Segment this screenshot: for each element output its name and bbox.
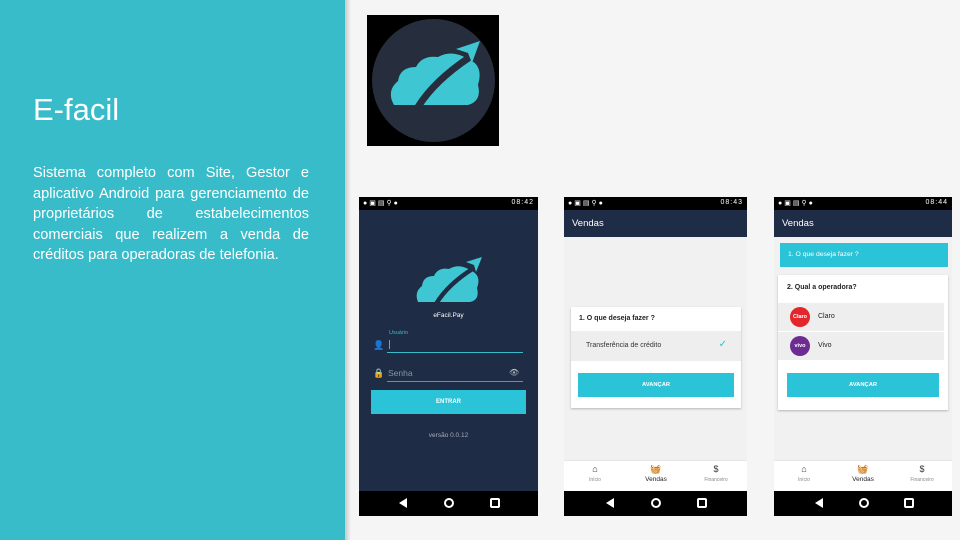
username-label: Usuário: [389, 330, 408, 336]
dollar-icon: $: [919, 464, 925, 474]
option-label: Transferência de crédito: [586, 342, 662, 349]
app-logo: [367, 15, 499, 146]
status-time: 08:42: [511, 199, 534, 206]
home-icon[interactable]: [859, 498, 869, 508]
nav-financeiro[interactable]: $ Financeiro: [686, 464, 746, 483]
android-navbar: [359, 491, 538, 516]
username-field[interactable]: [387, 352, 523, 353]
next-button[interactable]: AVANÇAR: [578, 373, 734, 397]
status-bar: ●▣▤⚲● 08:43: [564, 197, 747, 210]
back-icon[interactable]: [606, 498, 614, 508]
app-bar-title: Vendas: [774, 210, 952, 237]
dollar-icon: $: [713, 464, 719, 474]
nav-label: Início: [798, 477, 810, 483]
app-bar-title: Vendas: [564, 210, 747, 237]
nav-label: Financeiro: [910, 477, 934, 483]
nav-label: Vendas: [852, 476, 874, 483]
operator-vivo[interactable]: vivo Vivo: [778, 332, 944, 360]
recent-apps-icon[interactable]: [697, 498, 707, 508]
question-title: 1. O que deseja fazer ?: [579, 315, 655, 322]
panel-shadow: [345, 0, 351, 540]
android-navbar: [774, 491, 952, 516]
version-label: versão 0.0.12: [428, 432, 469, 439]
bottom-nav: ⌂ Início 🧺 Vendas $ Financeiro: [564, 460, 747, 491]
nav-inicio[interactable]: ⌂ Início: [565, 464, 625, 483]
logo-circle: [372, 19, 495, 142]
nav-inicio[interactable]: ⌂ Início: [774, 464, 834, 483]
back-icon[interactable]: [399, 498, 407, 508]
password-underline: [387, 381, 523, 382]
nav-label: Financeiro: [704, 477, 728, 483]
back-icon[interactable]: [815, 498, 823, 508]
login-background: eFacil.Pay Usuário 👤 🔒 Senha 👁 ENTRAR ve…: [359, 210, 538, 491]
phone-vendas-step1: ●▣▤⚲● 08:43 Vendas 1. O que deseja fazer…: [564, 197, 747, 516]
recent-apps-icon[interactable]: [490, 498, 500, 508]
slide-title: E-facil: [33, 92, 120, 127]
status-bar: ●▣▤⚲● 08:42: [359, 197, 538, 210]
basket-icon: 🧺: [650, 464, 662, 474]
check-icon: ✓: [718, 339, 727, 350]
nav-financeiro[interactable]: $ Financeiro: [892, 464, 952, 483]
status-icons-left: ●▣▤⚲●: [363, 200, 400, 207]
password-field[interactable]: Senha: [388, 368, 413, 378]
nav-vendas[interactable]: 🧺 Vendas: [833, 464, 893, 483]
operator-label: Vivo: [818, 342, 832, 349]
phone-vendas-step2: ●▣▤⚲● 08:44 Vendas 1. O que deseja fazer…: [774, 197, 952, 516]
user-icon: 👤: [373, 340, 385, 350]
nav-label: Início: [589, 477, 601, 483]
basket-icon: 🧺: [857, 464, 869, 474]
home-icon[interactable]: [444, 498, 454, 508]
recent-apps-icon[interactable]: [904, 498, 914, 508]
question1-collapsed[interactable]: 1. O que deseja fazer ?: [780, 243, 948, 267]
vivo-logo: vivo: [790, 336, 810, 356]
text-cursor: [389, 340, 390, 349]
status-time: 08:44: [925, 199, 948, 206]
claro-logo: Claro: [790, 307, 810, 327]
lock-icon: 🔒: [373, 368, 385, 378]
option-transfer[interactable]: Transferência de crédito ✓: [571, 331, 741, 361]
bottom-nav: ⌂ Início 🧺 Vendas $ Financeiro: [774, 460, 952, 491]
status-icons-left: ●▣▤⚲●: [778, 200, 815, 207]
brand-label: eFacil.Pay: [433, 312, 464, 319]
nav-label: Vendas: [645, 476, 667, 483]
phone-login-screen: ●▣▤⚲● 08:42 eFacil.Pay Usuário 👤 🔒 Senha…: [359, 197, 538, 516]
status-bar: ●▣▤⚲● 08:44: [774, 197, 952, 210]
home-icon: ⌂: [592, 464, 598, 474]
info-panel: E-facil Sistema completo com Site, Gesto…: [0, 0, 345, 540]
nav-vendas[interactable]: 🧺 Vendas: [626, 464, 686, 483]
slide-description: Sistema completo com Site, Gestor e apli…: [33, 165, 309, 264]
question-card: 1. O que deseja fazer ? Transferência de…: [571, 307, 741, 408]
android-navbar: [564, 491, 747, 516]
home-icon[interactable]: [651, 498, 661, 508]
operator-label: Claro: [818, 313, 835, 320]
status-icons-left: ●▣▤⚲●: [568, 200, 605, 207]
cloud-plane-icon: [416, 257, 482, 306]
visibility-off-icon[interactable]: 👁: [509, 368, 519, 377]
cloud-plane-icon: [390, 41, 480, 109]
home-icon: ⌂: [801, 464, 807, 474]
next-button[interactable]: AVANÇAR: [787, 373, 939, 397]
login-button[interactable]: ENTRAR: [371, 390, 526, 414]
question2-title: 2. Qual a operadora?: [787, 284, 857, 291]
status-time: 08:43: [720, 199, 743, 206]
operator-claro[interactable]: Claro Claro: [778, 303, 944, 331]
